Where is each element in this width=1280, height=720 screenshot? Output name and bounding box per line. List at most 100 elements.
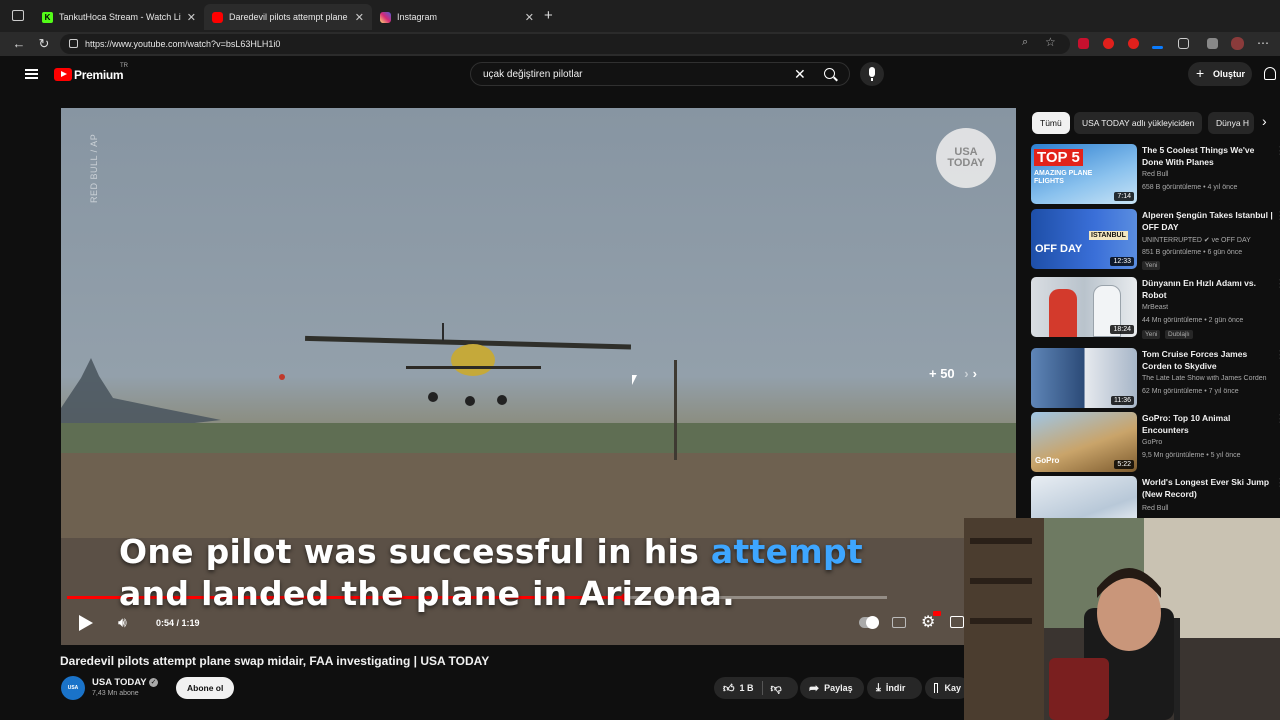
share-arrow-icon: ➦ <box>809 681 820 695</box>
autoplay-toggle[interactable] <box>859 616 879 629</box>
subscribe-button[interactable]: Abone ol <box>176 677 235 699</box>
clear-search-icon[interactable]: ✕ <box>794 66 806 83</box>
back-icon[interactable]: ← <box>11 36 27 52</box>
recommendation-item[interactable]: GoPro 5:22 GoPro: Top 10 Animal Encounte… <box>1031 412 1280 472</box>
hamburger-menu-icon[interactable] <box>25 69 38 79</box>
more-options-icon[interactable]: ⋮ <box>1275 144 1280 157</box>
recommendation-title[interactable]: The 5 Coolest Things We've Done With Pla… <box>1142 144 1276 168</box>
thumbs-up-icon: 👍︎ <box>723 682 735 695</box>
video-player[interactable]: RED BULL / AP USA TODAY + 50 › › One pilo… <box>61 108 1016 645</box>
recommendation-channel[interactable]: Red Bull <box>1142 171 1168 178</box>
thumbs-down-icon[interactable]: 👎︎ <box>771 682 782 695</box>
close-tab-icon[interactable]: ✕ <box>525 11 534 24</box>
channel-name[interactable]: USA TODAY <box>92 677 147 688</box>
search-icon-handle <box>833 76 838 82</box>
close-tab-icon[interactable]: ✕ <box>187 11 196 24</box>
video-thumbnail[interactable]: 18:24 <box>1031 277 1137 337</box>
extension-icon[interactable] <box>1078 38 1089 49</box>
video-thumbnail[interactable]: GoPro 5:22 <box>1031 412 1137 472</box>
video-thumbnail[interactable]: TOP 5 AMAZING PLANE FLIGHTS 7:14 <box>1031 144 1137 204</box>
recommendation-item[interactable]: OFF DAY ISTANBUL 12:33 Alperen Şengün Ta… <box>1031 209 1280 270</box>
duration-badge: 5:22 <box>1114 460 1134 469</box>
recommendation-title[interactable]: GoPro: Top 10 Animal Encounters <box>1142 412 1276 436</box>
site-info-icon[interactable] <box>69 39 78 48</box>
search-input[interactable]: uçak değiştiren pilotlar <box>483 69 583 80</box>
browser-tab-kick[interactable]: K TankutHoca Stream - Watch Live ✕ <box>34 4 204 30</box>
seek-forward-indicator[interactable]: + 50 › › <box>929 366 977 381</box>
recommendation-item[interactable]: World's Longest Ever Ski Jump (New Recor… <box>1031 476 1280 518</box>
recommendation-channel[interactable]: MrBeast <box>1142 304 1168 311</box>
chip-from-uploader[interactable]: USA TODAY adlı yükleyiciden <box>1074 112 1203 134</box>
channel-avatar[interactable]: USA <box>61 676 85 700</box>
address-bar[interactable]: https://www.youtube.com/watch?v=bsL63HLH… <box>60 34 1070 54</box>
webcam-frame <box>964 518 1280 720</box>
recommendation-meta: 62 Mn görüntüleme • 7 yıl önce <box>1142 388 1239 395</box>
thumbnail-subtext: ISTANBUL <box>1089 231 1128 240</box>
recommendation-title[interactable]: Tom Cruise Forces James Corden to Skydiv… <box>1142 348 1276 372</box>
subtitles-icon[interactable] <box>892 617 906 628</box>
more-options-icon[interactable]: ⋮ <box>1275 476 1280 489</box>
favorite-star-icon[interactable]: ☆ <box>1045 35 1056 49</box>
chip-world[interactable]: Dünya H <box>1208 112 1254 134</box>
thumbnail-subtext: AMAZING PLANE FLIGHTS <box>1034 170 1093 185</box>
recommendation-item[interactable]: 11:36 Tom Cruise Forces James Corden to … <box>1031 348 1280 408</box>
create-button[interactable]: + Oluştur <box>1188 62 1252 86</box>
share-button[interactable]: ➦ Paylaş <box>800 677 864 699</box>
more-options-icon[interactable]: ⋮ <box>1275 412 1280 425</box>
video-thumbnail[interactable] <box>1031 476 1137 518</box>
zoom-icon[interactable]: ⌕ <box>1022 36 1028 49</box>
profile-avatar[interactable] <box>1231 37 1244 50</box>
extensions-puzzle-icon[interactable] <box>1178 38 1189 49</box>
recommendation-channel[interactable]: The Late Late Show with James Corden <box>1142 375 1276 382</box>
play-icon[interactable] <box>79 615 93 631</box>
caption-line-2: and landed the plane in Arizona. <box>119 574 735 613</box>
tab-actions-icon[interactable] <box>12 10 24 21</box>
recommendation-meta: 851 B görüntüleme • 6 gün önce <box>1142 249 1243 256</box>
recommendation-channel[interactable]: UNINTERRUPTED ✔ ve OFF DAY <box>1142 236 1251 244</box>
seek-label: + 50 <box>929 366 955 381</box>
extension-icon[interactable] <box>1207 38 1218 49</box>
recommendation-meta: 9,5 Mn görüntüleme • 5 yıl önce <box>1142 452 1241 459</box>
dubbed-badge: Dublajlı <box>1165 330 1193 339</box>
volume-icon[interactable]: 🔊︎ <box>118 614 127 631</box>
video-thumbnail[interactable]: 11:36 <box>1031 348 1137 408</box>
save-label: Kay <box>944 683 961 693</box>
recommendation-meta: 658 B görüntüleme • 4 yıl önce <box>1142 184 1238 191</box>
download-button[interactable]: ⤓ İndir <box>867 677 922 699</box>
youtube-favicon-icon <box>212 11 223 23</box>
reload-icon[interactable]: ↻ <box>36 36 52 52</box>
notifications-bell-icon[interactable] <box>1264 67 1276 80</box>
tab-title: TankutHoca Stream - Watch Live <box>59 12 181 22</box>
more-options-icon[interactable]: ⋮ <box>1275 348 1280 361</box>
recommendation-channel[interactable]: Red Bull <box>1142 505 1168 512</box>
browser-menu-icon[interactable]: ⋯ <box>1257 36 1269 50</box>
more-options-icon[interactable]: ⋮ <box>1275 277 1280 290</box>
extension-icon[interactable] <box>1128 38 1139 49</box>
voice-search-icon[interactable] <box>860 62 884 86</box>
recommendation-title[interactable]: World's Longest Ever Ski Jump (New Recor… <box>1142 476 1276 500</box>
search-box[interactable]: uçak değiştiren pilotlar ✕ <box>470 62 850 86</box>
duration-badge: 12:33 <box>1110 257 1134 266</box>
duration-badge: 11:36 <box>1111 396 1134 405</box>
close-tab-icon[interactable]: ✕ <box>355 11 364 24</box>
recommendation-item[interactable]: TOP 5 AMAZING PLANE FLIGHTS 7:14 The 5 C… <box>1031 144 1280 204</box>
recommendation-title[interactable]: Alperen Şengün Takes Istanbul | OFF DAY <box>1142 209 1276 233</box>
more-options-icon[interactable]: ⋮ <box>1275 209 1280 222</box>
recommendation-channel[interactable]: GoPro <box>1142 439 1162 446</box>
extension-icon[interactable] <box>1103 38 1114 49</box>
new-tab-icon[interactable]: + <box>544 7 553 24</box>
like-button[interactable]: 👍︎ 1 B <box>723 682 754 695</box>
duration-badge: 18:24 <box>1110 325 1134 334</box>
chips-next-icon[interactable]: › <box>1262 113 1267 129</box>
download-icon: ⤓ <box>876 681 881 694</box>
video-thumbnail[interactable]: OFF DAY ISTANBUL 12:33 <box>1031 209 1137 269</box>
extension-icon[interactable] <box>1152 46 1163 49</box>
create-label: Oluştur <box>1213 69 1246 79</box>
browser-tab-instagram[interactable]: Instagram ✕ <box>372 4 542 30</box>
recommendation-item[interactable]: 18:24 Dünyanın En Hızlı Adamı vs. Robot … <box>1031 277 1280 339</box>
recommendation-title[interactable]: Dünyanın En Hızlı Adamı vs. Robot <box>1142 277 1276 301</box>
miniplayer-icon[interactable] <box>950 616 964 628</box>
video-title: Daredevil pilots attempt plane swap mida… <box>60 654 490 668</box>
chip-all[interactable]: Tümü <box>1032 112 1070 134</box>
browser-tab-youtube[interactable]: Daredevil pilots attempt plane swa ✕ <box>204 4 372 30</box>
